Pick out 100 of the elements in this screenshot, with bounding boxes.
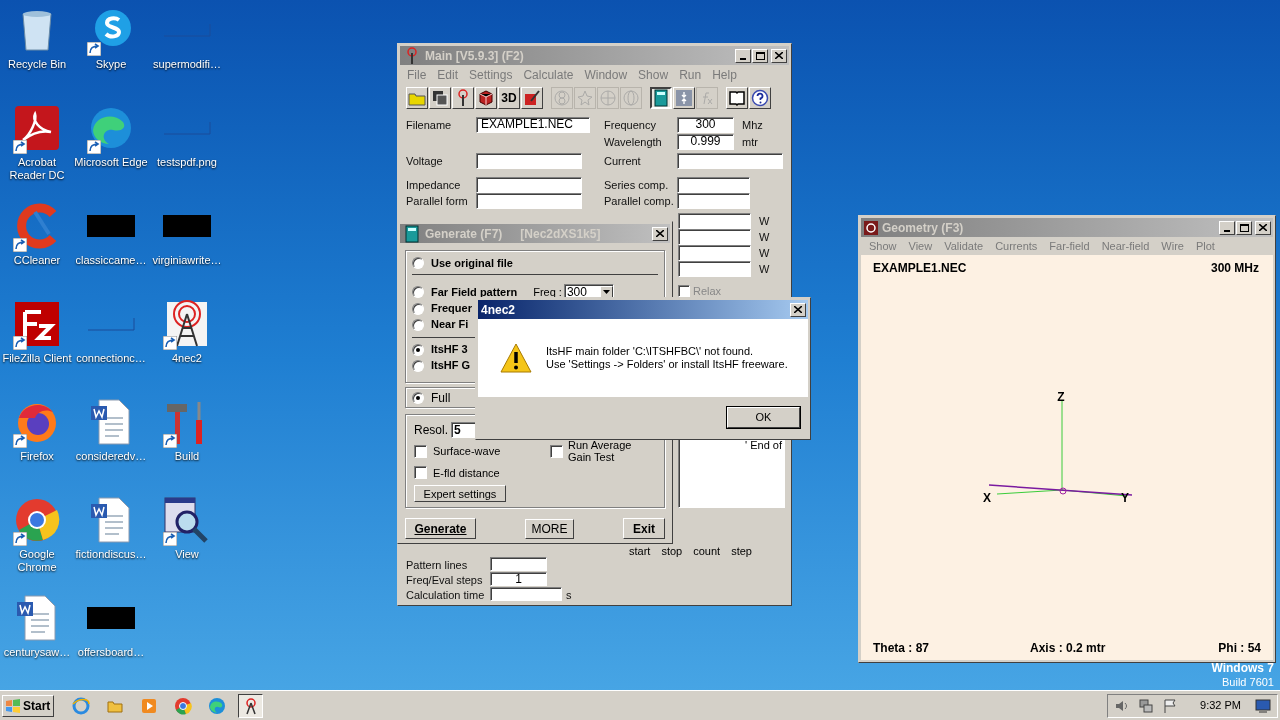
- desktop-icon-label[interactable]: fictiondiscus…: [75, 548, 147, 561]
- maximize-button[interactable]: [752, 48, 768, 63]
- text-field[interactable]: 0.999: [677, 134, 734, 150]
- text-field[interactable]: 300: [677, 117, 734, 133]
- desktop-icon-label[interactable]: Microsoft Edge: [74, 156, 148, 169]
- menu-item[interactable]: Wire: [1161, 237, 1184, 255]
- radio-button[interactable]: [412, 391, 424, 404]
- message-text: Use 'Settings -> Folders' or install ItsHF freeware.: [546, 358, 788, 371]
- caret-icon: [602, 290, 610, 295]
- checkbox[interactable]: [550, 444, 563, 458]
- menu-item[interactable]: Validate: [944, 237, 984, 255]
- shortcut-arrow-icon: [163, 434, 177, 448]
- menu-item[interactable]: View: [908, 237, 933, 255]
- maximize-button[interactable]: [1236, 220, 1252, 235]
- toolbar-button[interactable]: 3D: [498, 87, 520, 109]
- desktop-icon-label[interactable]: Skype: [95, 58, 127, 71]
- desktop-icon-label[interactable]: consideredv…: [75, 450, 147, 463]
- option-label: ItsHF 3: [431, 342, 468, 358]
- menu-item[interactable]: Show: [869, 237, 897, 255]
- more-button[interactable]: MORE: [525, 518, 574, 539]
- radio-button[interactable]: [412, 286, 424, 299]
- generate-button[interactable]: Generate: [405, 518, 476, 539]
- desktop-icon-label[interactable]: FileZilla Client: [2, 352, 72, 365]
- book-icon: [728, 89, 746, 107]
- close-button[interactable]: [1255, 220, 1271, 235]
- field-label: Parallel form: [406, 194, 469, 209]
- menu-item[interactable]: Calculate: [523, 66, 574, 84]
- minimize-button[interactable]: [735, 48, 751, 63]
- desktop-icon-label[interactable]: Acrobat Reader DC: [0, 156, 74, 182]
- media-player-icon: [139, 696, 158, 715]
- menu-item[interactable]: Plot: [1195, 237, 1215, 255]
- checkbox[interactable]: [414, 444, 427, 458]
- text-field[interactable]: [677, 177, 750, 193]
- field-label: Frequency: [604, 118, 657, 133]
- frequency-text: 300 MHz: [1210, 260, 1260, 277]
- menu-item[interactable]: Settings: [469, 66, 513, 84]
- toolbar-button[interactable]: [650, 87, 672, 109]
- column-header: start: [629, 545, 651, 557]
- desktop-icon-label[interactable]: centurysaw…: [3, 646, 71, 659]
- menu-item[interactable]: Run: [679, 66, 702, 84]
- checkbox[interactable]: [414, 466, 427, 480]
- desktop-icon-label[interactable]: Recycle Bin: [7, 58, 67, 71]
- radio-button[interactable]: [412, 257, 424, 269]
- close-button[interactable]: [652, 226, 668, 241]
- taskbar-app-button[interactable]: [238, 693, 263, 718]
- desktop-icon-label[interactable]: offersboard…: [77, 646, 145, 659]
- menu-item[interactable]: Help: [712, 66, 737, 84]
- cube-icon: [477, 89, 495, 107]
- desktop-icon-label[interactable]: virginiawrite…: [152, 254, 222, 267]
- text-field[interactable]: [678, 213, 751, 229]
- menu-item[interactable]: Window: [584, 66, 628, 84]
- menu-item[interactable]: Edit: [437, 66, 459, 84]
- file-name: EXAMPLE1.NEC: [873, 260, 967, 277]
- text-field[interactable]: [677, 193, 750, 209]
- text-field[interactable]: [678, 229, 751, 245]
- desktop-icon-label[interactable]: Build: [174, 450, 200, 463]
- clock[interactable]: 9:32 PM: [1200, 697, 1241, 714]
- desktop-icon-label[interactable]: supermodifi…: [153, 58, 221, 71]
- text-field[interactable]: [490, 587, 562, 601]
- menu-item[interactable]: Far-field: [1049, 237, 1090, 255]
- monitor-icon[interactable]: [1255, 698, 1271, 713]
- desktop-icon-label[interactable]: Firefox: [20, 450, 54, 463]
- desktop-icon-label[interactable]: connectionc…: [76, 352, 146, 365]
- field-label: Relax: [693, 283, 722, 299]
- text-field[interactable]: [490, 557, 547, 571]
- desktop-icon-label[interactable]: View: [175, 548, 199, 561]
- desktop-icon-label[interactable]: testspdf.png: [157, 156, 217, 169]
- close-button[interactable]: [771, 48, 787, 63]
- field-label: Freq/Eval steps: [406, 573, 484, 587]
- text-field[interactable]: [476, 153, 582, 169]
- minimize-button[interactable]: [1219, 220, 1235, 235]
- radio-button[interactable]: [412, 343, 424, 356]
- close-button[interactable]: [790, 302, 806, 317]
- option-label: Far Field pattern: [431, 285, 518, 300]
- expert-settings-button[interactable]: Expert settings: [414, 485, 506, 502]
- desktop-icon-label[interactable]: 4nec2: [172, 352, 202, 365]
- menu-item[interactable]: File: [407, 66, 427, 84]
- ok-button[interactable]: OK: [727, 407, 800, 428]
- start-button[interactable]: Start: [2, 694, 54, 717]
- text-field[interactable]: [677, 153, 783, 169]
- text-field[interactable]: [476, 177, 582, 193]
- text-field[interactable]: EXAMPLE1.NEC: [476, 117, 590, 133]
- menu-item[interactable]: Currents: [995, 237, 1038, 255]
- menu-item[interactable]: Show: [638, 66, 669, 84]
- exit-button[interactable]: Exit: [623, 518, 665, 539]
- shortcut-arrow-icon: [13, 140, 27, 154]
- desktop-icon-label[interactable]: CCleaner: [13, 254, 61, 267]
- desktop-icon-label[interactable]: Google Chrome: [0, 548, 74, 574]
- text-field[interactable]: 1: [490, 572, 547, 586]
- shortcut-arrow-icon: [87, 140, 101, 154]
- close-icon: [656, 230, 664, 237]
- checkbox[interactable]: [678, 285, 690, 297]
- text-field[interactable]: [476, 193, 582, 209]
- desktop-icon-label[interactable]: classiccame…: [75, 254, 147, 267]
- network-icon[interactable]: [1138, 697, 1155, 714]
- text-field[interactable]: [678, 245, 751, 261]
- flag-icon[interactable]: [1162, 697, 1179, 714]
- sphere-icon: [599, 89, 617, 107]
- text-field[interactable]: [678, 261, 751, 277]
- menu-item[interactable]: Near-field: [1101, 237, 1150, 255]
